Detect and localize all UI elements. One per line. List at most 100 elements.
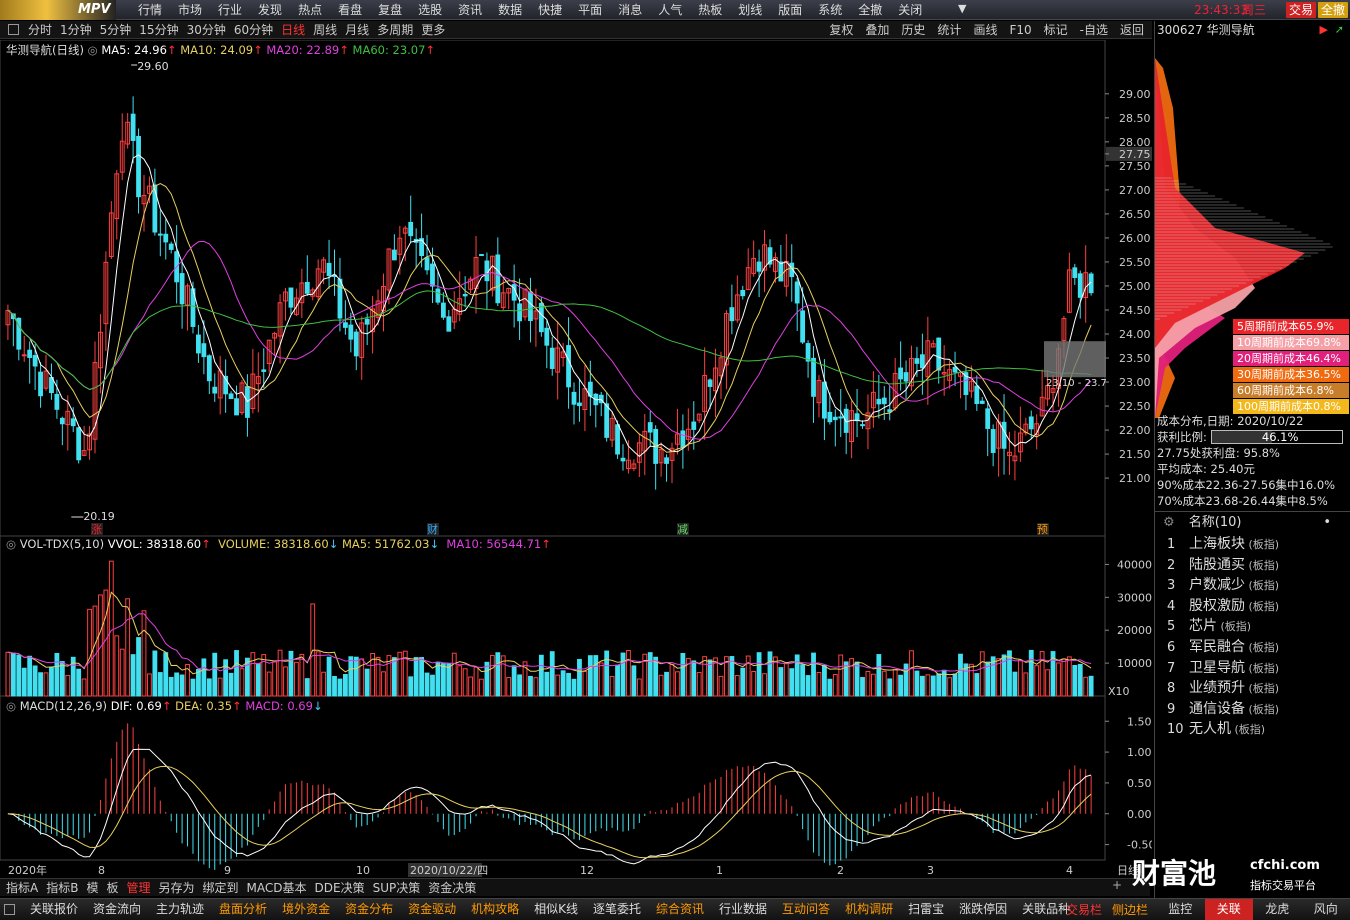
function-tab[interactable]: 关联报价 <box>30 899 78 920</box>
menu-item[interactable]: 数据 <box>498 0 522 20</box>
function-tab[interactable]: 互动问答 <box>782 899 830 920</box>
menu-item[interactable]: 全撤 <box>858 0 882 20</box>
function-tab[interactable]: 机构调研 <box>845 899 893 920</box>
right-tab[interactable]: 关联 <box>1204 899 1253 920</box>
menu-item[interactable]: 人气 <box>658 0 682 20</box>
function-tab[interactable]: 资金驱动 <box>408 899 456 920</box>
settings-icon[interactable]: ◎ <box>6 699 20 713</box>
chart-tool-button[interactable]: 统计 <box>937 21 961 39</box>
settings-icon[interactable]: ◎ <box>6 537 20 551</box>
menu-item[interactable]: 关闭 <box>898 0 922 20</box>
function-tab[interactable]: 综合资讯 <box>656 899 704 920</box>
indicator-button[interactable]: 指标B <box>46 879 78 897</box>
menu-item[interactable]: 选股 <box>418 0 442 20</box>
indicator-button[interactable]: MACD基本 <box>247 879 307 897</box>
function-tab[interactable]: 涨跌停因 <box>959 899 1007 920</box>
function-tab[interactable]: 主力轨迹 <box>156 899 204 920</box>
indicator-button[interactable]: 指标A <box>6 879 38 897</box>
settings-icon[interactable]: ◎ <box>88 43 102 57</box>
chart-tool-button[interactable]: 标记 <box>1044 21 1068 39</box>
menu-item[interactable]: 热点 <box>298 0 322 20</box>
menu-item[interactable]: 行情 <box>138 0 162 20</box>
indicator-button[interactable]: 另存为 <box>159 879 195 897</box>
period-tab[interactable]: 周线 <box>313 21 337 39</box>
period-tab[interactable]: 更多 <box>421 21 445 39</box>
period-tab[interactable]: 日线 <box>281 21 305 39</box>
chart-tool-button[interactable]: F10 <box>1009 21 1031 39</box>
chart-tool-button[interactable]: 叠加 <box>865 21 889 39</box>
arrow-icon[interactable]: ➚ <box>1335 23 1344 36</box>
menu-item[interactable]: 市场 <box>178 0 202 20</box>
function-tab[interactable]: 资金分布 <box>345 899 393 920</box>
menu-item[interactable]: 复盘 <box>378 0 402 20</box>
indicator-button[interactable]: 板 <box>106 879 118 897</box>
menu-item[interactable]: 快捷 <box>538 0 562 20</box>
menu-item[interactable]: 划线 <box>738 0 762 20</box>
chart-tool-button[interactable]: 返回 <box>1120 21 1144 39</box>
sector-list-item[interactable]: 9 通信设备 (板指) <box>1167 699 1347 720</box>
chart-tool-button[interactable]: 画线 <box>973 21 997 39</box>
right-tab[interactable]: 监控 <box>1156 899 1205 920</box>
sector-list-item[interactable]: 4 股权激励 (板指) <box>1167 596 1347 617</box>
trade-button[interactable]: 交易 <box>1285 2 1316 18</box>
menu-item[interactable]: 消息 <box>618 0 642 20</box>
sector-list-item[interactable]: 8 业绩预升 (板指) <box>1167 678 1347 699</box>
trade-bar-button[interactable]: 交易栏 <box>1066 901 1102 918</box>
indicator-button[interactable]: SUP决策 <box>373 879 421 897</box>
function-tab[interactable]: 境外资金 <box>282 899 330 920</box>
gear-icon[interactable]: ⚙ <box>1163 515 1175 530</box>
indicator-button[interactable]: 管理 <box>126 879 150 897</box>
volume-bar <box>174 672 180 697</box>
kline-chart-area[interactable]: 29.00 28.50 28.00 27.75 27.50 27.00 26.50 26.00… <box>0 39 1155 878</box>
chart-tool-button[interactable]: 历史 <box>901 21 925 39</box>
function-tab[interactable]: 盘面分析 <box>219 899 267 920</box>
cancel-all-button[interactable]: 全撤 <box>1317 2 1348 18</box>
menu-item[interactable]: 发现 <box>258 0 282 20</box>
sector-list-item[interactable]: 10 无人机 (板指) <box>1167 719 1347 740</box>
sector-list-item[interactable]: 6 军民融合 (板指) <box>1167 637 1347 658</box>
period-tab[interactable]: 60分钟 <box>234 21 273 39</box>
function-tab[interactable]: 机构攻略 <box>471 899 519 920</box>
function-tab[interactable]: 关联品种 <box>1022 899 1070 920</box>
right-tab[interactable]: 风向 <box>1302 899 1350 920</box>
panel-toggle-icon[interactable] <box>8 24 19 35</box>
indicator-button[interactable]: 绑定到 <box>203 879 239 897</box>
period-tab[interactable]: 15分钟 <box>139 21 178 39</box>
menu-item[interactable]: 热板 <box>698 0 722 20</box>
menu-item[interactable]: 平面 <box>578 0 602 20</box>
function-tab[interactable]: 相似K线 <box>534 899 578 920</box>
volume-bar <box>76 668 82 697</box>
period-tab[interactable]: 1分钟 <box>60 21 92 39</box>
chart-tool-button[interactable]: -自选 <box>1080 21 1108 39</box>
menu-item[interactable]: 资讯 <box>458 0 482 20</box>
indicator-button[interactable]: DDE决策 <box>315 879 365 897</box>
chart-tool-button[interactable]: 复权 <box>829 21 853 39</box>
menu-item[interactable]: 版面 <box>778 0 802 20</box>
right-tab[interactable]: 龙虎 <box>1253 899 1302 920</box>
function-tab[interactable]: 行业数据 <box>719 899 767 920</box>
indicator-button[interactable]: 模 <box>86 879 98 897</box>
menu-item[interactable]: 系统 <box>818 0 842 20</box>
flag-icon[interactable]: ▶ <box>1320 23 1328 36</box>
function-tab[interactable]: 逐笔委托 <box>593 899 641 920</box>
menu-item[interactable]: 行业 <box>218 0 242 20</box>
menu-dropdown-icon[interactable]: ▼ <box>958 2 966 15</box>
plus-icon[interactable]: + <box>1112 878 1122 892</box>
sector-list-item[interactable]: 5 芯片 (板指) <box>1167 616 1347 637</box>
period-tab[interactable]: 多周期 <box>377 21 413 39</box>
panel-toggle-icon[interactable] <box>4 904 15 915</box>
menu-item[interactable]: 看盘 <box>338 0 362 20</box>
indicator-button[interactable]: 资金决策 <box>428 879 476 897</box>
sector-list-item[interactable]: 3 户数减少 (板指) <box>1167 575 1347 596</box>
function-tab[interactable]: 扫雷宝 <box>908 899 944 920</box>
sector-list-item[interactable]: 7 卫星导航 (板指) <box>1167 658 1347 679</box>
period-tab[interactable]: 30分钟 <box>187 21 226 39</box>
period-tab[interactable]: 5分钟 <box>100 21 132 39</box>
sector-list-item[interactable]: 1 上海板块 (板指) <box>1167 534 1347 555</box>
period-tab[interactable]: 月线 <box>345 21 369 39</box>
kline-chart-svg[interactable]: 29.0028.5028.0027.7527.5027.0026.5026.00… <box>0 39 1155 878</box>
sidebar-button[interactable]: 侧边栏 <box>1112 901 1148 918</box>
period-tab[interactable]: 分时 <box>28 21 52 39</box>
function-tab[interactable]: 资金流向 <box>93 899 141 920</box>
sector-list-item[interactable]: 2 陆股通买 (板指) <box>1167 555 1347 576</box>
